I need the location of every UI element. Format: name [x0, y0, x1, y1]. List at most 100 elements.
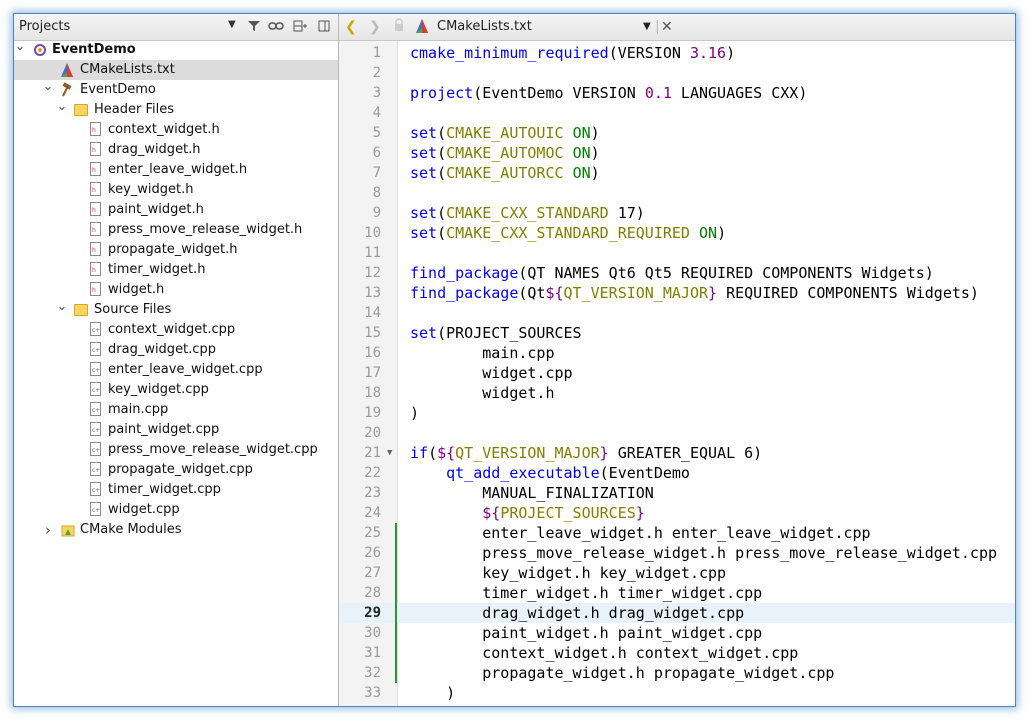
line-number: 7 — [372, 165, 381, 181]
tree-item[interactable]: h press_move_release_widget.h — [14, 220, 338, 240]
code-text: context_widget.h context_widget.cpp — [410, 644, 799, 662]
modified-marker — [395, 663, 397, 683]
tree-item[interactable]: c+ key_widget.cpp — [14, 380, 338, 400]
close-file-icon[interactable]: ✕ — [661, 18, 673, 36]
back-icon[interactable]: ❮ — [345, 18, 357, 36]
code-line[interactable]: 14 — [339, 303, 1015, 323]
code-line[interactable]: 27 key_widget.h key_widget.cpp — [339, 563, 1015, 583]
file-tab-title[interactable]: CMakeLists.txt — [437, 18, 532, 36]
code-line[interactable]: 11 — [339, 243, 1015, 263]
code-line[interactable]: 3 project(EventDemo VERSION 0.1 LANGUAGES… — [339, 83, 1015, 103]
editor-pane: ❮ ❯ CMakeLists.txt ▼ | ✕ 1 cmake_minimum_… — [339, 14, 1015, 706]
tree-item[interactable]: h context_widget.h — [14, 120, 338, 140]
code-line[interactable]: 8 — [339, 183, 1015, 203]
code-text: find_package(QT NAMES Qt6 Qt5 REQUIRED C… — [410, 264, 934, 282]
tree-item[interactable]: ⌄ Header Files — [14, 100, 338, 120]
code-line[interactable]: 24 ${PROJECT_SOURCES} — [339, 503, 1015, 523]
line-number: 17 — [364, 365, 381, 381]
code-line[interactable]: 15 set(PROJECT_SOURCES — [339, 323, 1015, 343]
file-dropdown-icon[interactable]: ▼ — [643, 18, 651, 36]
code-line[interactable]: 10 set(CMAKE_CXX_STANDARD_REQUIRED ON) — [339, 223, 1015, 243]
code-line[interactable]: 1 cmake_minimum_required(VERSION 3.16) — [339, 43, 1015, 63]
code-line[interactable]: 2 — [339, 63, 1015, 83]
line-number: 6 — [372, 145, 381, 161]
cpp-file-icon: c+ — [88, 462, 104, 478]
code-line[interactable]: 21 ▼ if(${QT_VERSION_MAJOR} GREATER_EQUAL … — [339, 443, 1015, 463]
code-text: key_widget.h key_widget.cpp — [410, 564, 727, 582]
code-text: timer_widget.h timer_widget.cpp — [410, 584, 763, 602]
code-line[interactable]: 6 set(CMAKE_AUTOMOC ON) — [339, 143, 1015, 163]
code-line[interactable]: 18 widget.h — [339, 383, 1015, 403]
cpp-file-icon: c+ — [88, 442, 104, 458]
tree-item-label: propagate_widget.h — [108, 242, 238, 257]
fold-arrow-icon[interactable]: ▼ — [387, 443, 392, 463]
tree-item[interactable]: h key_widget.h — [14, 180, 338, 200]
code-line[interactable]: 12 find_package(QT NAMES Qt6 Qt5 REQUIRED… — [339, 263, 1015, 283]
link-icon[interactable] — [268, 18, 284, 34]
tree-item[interactable]: c+ widget.cpp — [14, 500, 338, 520]
tree-item[interactable]: c+ press_move_release_widget.cpp — [14, 440, 338, 460]
code-text: main.cpp — [410, 344, 555, 362]
expand-arrow-icon[interactable]: ⌄ — [56, 100, 68, 114]
tree-item[interactable]: c+ paint_widget.cpp — [14, 420, 338, 440]
filter-icon[interactable] — [246, 18, 262, 34]
tree-item[interactable]: c+ propagate_widget.cpp — [14, 460, 338, 480]
tree-item[interactable]: ⌄ EventDemo — [14, 40, 338, 60]
tree-item[interactable]: ⌄ Source Files — [14, 300, 338, 320]
tree-item[interactable]: c+ context_widget.cpp — [14, 320, 338, 340]
split-icon[interactable] — [292, 18, 308, 34]
code-line[interactable]: 29 drag_widget.h drag_widget.cpp — [339, 603, 1015, 623]
code-line[interactable]: 30 paint_widget.h paint_widget.cpp — [339, 623, 1015, 643]
line-number: 30 — [364, 625, 381, 641]
code-line[interactable]: 5 set(CMAKE_AUTOUIC ON) — [339, 123, 1015, 143]
code-line[interactable]: 16 main.cpp — [339, 343, 1015, 363]
tree-item[interactable]: c+ drag_widget.cpp — [14, 340, 338, 360]
projects-pane: Projects ▼ ⌄ EventDemo CMakeLists.txt ⌄ Even… — [14, 14, 339, 706]
tree-item[interactable]: h propagate_widget.h — [14, 240, 338, 260]
code-line[interactable]: 9 set(CMAKE_CXX_STANDARD 17) — [339, 203, 1015, 223]
code-line[interactable]: 26 press_move_release_widget.h press_mov… — [339, 543, 1015, 563]
code-line[interactable]: 19) — [339, 403, 1015, 423]
projects-dropdown-icon[interactable]: ▼ — [228, 19, 236, 30]
code-line[interactable]: 32 propagate_widget.h propagate_widget.c… — [339, 663, 1015, 683]
code-line[interactable]: 17 widget.cpp — [339, 363, 1015, 383]
code-line[interactable]: 33 ) — [339, 683, 1015, 703]
tree-item[interactable]: ⌄ EventDemo — [14, 80, 338, 100]
tree-item[interactable]: h enter_leave_widget.h — [14, 160, 338, 180]
modified-marker — [395, 603, 397, 623]
line-number: 28 — [364, 585, 381, 601]
separator: | — [655, 19, 660, 35]
line-number: 16 — [364, 345, 381, 361]
close-pane-icon[interactable] — [316, 18, 332, 34]
tree-item-label: paint_widget.h — [108, 202, 204, 217]
tree-item[interactable]: h drag_widget.h — [14, 140, 338, 160]
folder-icon — [74, 102, 90, 118]
code-line[interactable]: 31 context_widget.h context_widget.cpp — [339, 643, 1015, 663]
tree-item[interactable]: h widget.h — [14, 280, 338, 300]
code-line[interactable]: 23 MANUAL_FINALIZATION — [339, 483, 1015, 503]
code-line[interactable]: 22 qt_add_executable(EventDemo — [339, 463, 1015, 483]
expand-arrow-icon[interactable]: ⌄ — [42, 80, 54, 94]
code-line[interactable]: 28 timer_widget.h timer_widget.cpp — [339, 583, 1015, 603]
tree-item-label: widget.h — [108, 282, 165, 297]
tree-item[interactable]: CMakeLists.txt — [14, 60, 338, 80]
code-line[interactable]: 20 — [339, 423, 1015, 443]
tree-item[interactable]: c+ enter_leave_widget.cpp — [14, 360, 338, 380]
tree-item[interactable]: c+ main.cpp — [14, 400, 338, 420]
collapse-arrow-icon[interactable]: › — [42, 520, 54, 540]
code-line[interactable]: 7 set(CMAKE_AUTORCC ON) — [339, 163, 1015, 183]
expand-arrow-icon[interactable]: ⌄ — [56, 300, 68, 314]
line-number: 27 — [364, 565, 381, 581]
tree-item-label: EventDemo — [80, 82, 156, 97]
code-line[interactable]: 25 enter_leave_widget.h enter_leave_widg… — [339, 523, 1015, 543]
tree-item[interactable]: › CMake Modules — [14, 520, 338, 540]
expand-arrow-icon[interactable]: ⌄ — [14, 40, 26, 54]
tree-item[interactable]: h paint_widget.h — [14, 200, 338, 220]
forward-icon[interactable]: ❯ — [369, 18, 381, 36]
tree-item[interactable]: h timer_widget.h — [14, 260, 338, 280]
tree-item-label: key_widget.cpp — [108, 382, 209, 397]
projects-title: Projects — [19, 19, 71, 34]
code-line[interactable]: 13 find_package(Qt${QT_VERSION_MAJOR} REQ… — [339, 283, 1015, 303]
tree-item[interactable]: c+ timer_widget.cpp — [14, 480, 338, 500]
code-line[interactable]: 4 — [339, 103, 1015, 123]
